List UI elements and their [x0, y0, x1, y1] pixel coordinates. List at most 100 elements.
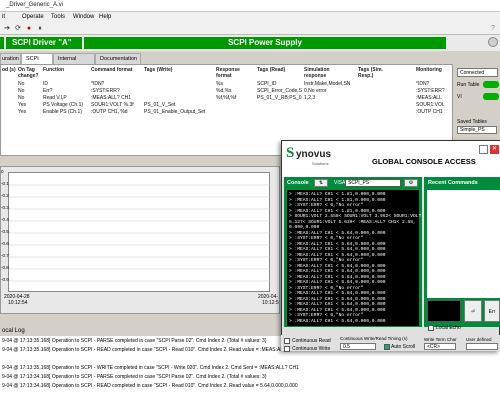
y-tick-label: -0.3 [1, 205, 9, 210]
recent-commands-list[interactable] [427, 190, 500, 298]
graph-plot-area[interactable] [8, 172, 271, 292]
visa-select[interactable]: SCPI_PS [345, 179, 401, 187]
command-input[interactable] [427, 300, 461, 322]
col-header-tags-sim-resp: Tags (Sim. Resp.) [358, 67, 383, 79]
table-cell[interactable]: %d,%s [216, 88, 254, 94]
table-cell[interactable]: Err? [43, 88, 89, 94]
y-tick-label: -0.9 [1, 277, 9, 282]
console-output[interactable]: > :MEAS:ALL? CH1 < 1.81,0.000,0.000 > :ME… [287, 190, 421, 326]
col-header-monitoring: Monitoring [416, 67, 442, 73]
table-cell[interactable]: *IDN? [91, 81, 143, 87]
table-cell[interactable]: SOUR1:VOL [416, 102, 452, 108]
tab-scpi-table[interactable]: SCPI Table [21, 53, 53, 73]
device-label: SCPI Power Supply [84, 37, 446, 49]
table-cell[interactable]: Enable PS (Ch.1) [43, 109, 89, 115]
local-log-title: ocal Log [2, 328, 25, 334]
gca-title: GLOBAL CONSOLE ACCESS [372, 157, 476, 166]
table-cell[interactable]: PS_01_V_Set [144, 102, 214, 108]
err-button[interactable]: Err [484, 300, 500, 322]
timing-label: Continuous Write/Read Timing (s) [340, 336, 408, 341]
window-controls-icon[interactable] [479, 145, 488, 154]
visa-refresh-icon[interactable]: ⇅ [314, 179, 328, 187]
table-cell[interactable]: ID [43, 81, 89, 87]
close-circle-icon[interactable] [488, 37, 498, 47]
auto-scroll-checkbox[interactable] [384, 344, 390, 350]
table-cell[interactable]: :OUTP CH1, %d [91, 109, 143, 115]
console-line: 0.000,0.000 [289, 225, 320, 230]
table-cell[interactable]: No [18, 81, 42, 87]
console-label: Console [287, 180, 309, 186]
table-cell[interactable]: :SYST:ERR? [416, 88, 452, 94]
menu-edit[interactable]: it [2, 14, 5, 20]
col-header-function: Function [43, 67, 65, 73]
saved-tables-select[interactable]: Simple_PS [457, 126, 497, 134]
settings-gear-icon[interactable]: ⚙ [404, 179, 418, 187]
console-line: > :MEAS:ALL? CH1 < 5.64,0.000,0.000 [289, 302, 386, 307]
table-cell[interactable]: PS Voltage (Ch.1) [43, 102, 89, 108]
tab-configuration[interactable]: uration [0, 53, 21, 64]
col-header-simulation-response: Simulation response [304, 67, 330, 79]
console-line: > :SYST:ERR? < 0,"No error" [289, 203, 364, 208]
table-cell[interactable]: PS_01_Enable_Output_Set [144, 109, 214, 115]
help-icon[interactable]: ? [489, 25, 497, 33]
console-line: > :MEAS:ALL? CH1 < 5.64,0.000,0.000 [289, 280, 386, 285]
col-header-response-format: Response format [216, 67, 240, 79]
vi-toggle[interactable] [483, 93, 499, 100]
connection-status: Connected [457, 68, 498, 77]
table-cell[interactable]: *IDN? [416, 81, 452, 87]
write-term-select[interactable]: <CR> [424, 343, 456, 350]
tab-internal-graph[interactable]: Internal Graph [53, 53, 95, 73]
table-cell[interactable]: :OUTP CH1 [416, 109, 452, 115]
table-cell[interactable]: PS_01_V_RB;PS_01_I_ [257, 95, 302, 101]
table-cell[interactable]: Instr,Make,Model,SN [304, 81, 356, 87]
log-line: 9-04 @ 17:13:34.168] Operation to SCPI -… [2, 383, 298, 389]
console-line: > :SYST:ERR? < 0,"No error" [289, 258, 364, 263]
menu-bar: it Operate Tools Window Help [0, 12, 500, 23]
run-table-toggle[interactable] [483, 81, 499, 88]
log-line: 9-04 @ 17:13:35.168] Operation to SCPI -… [2, 347, 301, 353]
table-cell[interactable]: :SYST:ERR? [91, 88, 143, 94]
table-cell[interactable]: SCPI_ID [257, 81, 302, 87]
close-icon[interactable]: ✕ [490, 145, 499, 154]
table-cell[interactable]: %f,%f,%f [216, 95, 254, 101]
run-arrow-icon[interactable]: ➔ [3, 25, 11, 33]
table-cell[interactable]: :MEAS:ALL? CH1 [91, 95, 143, 101]
menu-operate[interactable]: Operate [22, 14, 44, 20]
table-cell[interactable]: SOUR1:VOLT %.3f [91, 102, 143, 108]
console-line: > :MEAS:ALL? CH1 < 5.64,0.000,0.000 [289, 274, 386, 280]
table-cell[interactable]: Yes [18, 109, 42, 115]
menu-window[interactable]: Window [73, 14, 94, 20]
continuous-read-checkbox[interactable] [284, 338, 290, 344]
continuous-write-checkbox[interactable] [284, 346, 290, 352]
table-cell[interactable]: Yes [18, 102, 42, 108]
visa-label: VISA [334, 180, 346, 186]
log-line: 9-04 @ 17:13:35.168] Operation to SCPI -… [2, 338, 267, 344]
local-echo-checkbox[interactable] [428, 325, 434, 331]
table-cell[interactable]: %s [216, 81, 254, 87]
console-line: > :MEAS:ALL? CH1 < 5.64,0.000,0.000 [289, 291, 386, 296]
run-continuously-icon[interactable]: ⟳ [14, 25, 22, 33]
table-cell[interactable]: No [18, 88, 42, 94]
menu-help[interactable]: Help [99, 14, 111, 20]
col-header-tags-read: Tags (Read) [257, 67, 286, 73]
gca-header: S ynovus Solutions GLOBAL CONSOLE ACCESS… [282, 141, 500, 177]
table-cell[interactable]: SCPI_Error_Code,SCI [257, 88, 302, 94]
table-cell[interactable]: 0,No error [304, 88, 356, 94]
timing-input[interactable]: 0.5 [340, 343, 376, 350]
user-defined-input[interactable] [466, 343, 498, 350]
table-cell[interactable]: :MEAS:ALL [416, 95, 452, 101]
auto-scroll-label: Auto Scroll [391, 344, 416, 350]
write-term-label: Write Term Char [424, 337, 457, 342]
menu-tools[interactable]: Tools [51, 14, 65, 20]
pause-icon[interactable]: ⏸ [36, 25, 44, 33]
y-tick-label: -0.2 [1, 193, 9, 198]
console-line: > :SYST:ERR? < 0,"No error" [289, 285, 364, 291]
table-cell[interactable]: 1,2,3 [304, 95, 356, 101]
graph-grid [9, 184, 271, 282]
table-cell[interactable]: Read V,I,P [43, 95, 89, 101]
send-button[interactable]: ⏎ [464, 300, 482, 322]
tab-documentation[interactable]: Documentation [95, 53, 141, 64]
abort-icon[interactable]: ● [25, 25, 33, 33]
vi-label: VI [457, 94, 462, 100]
table-cell[interactable]: No [18, 95, 42, 101]
